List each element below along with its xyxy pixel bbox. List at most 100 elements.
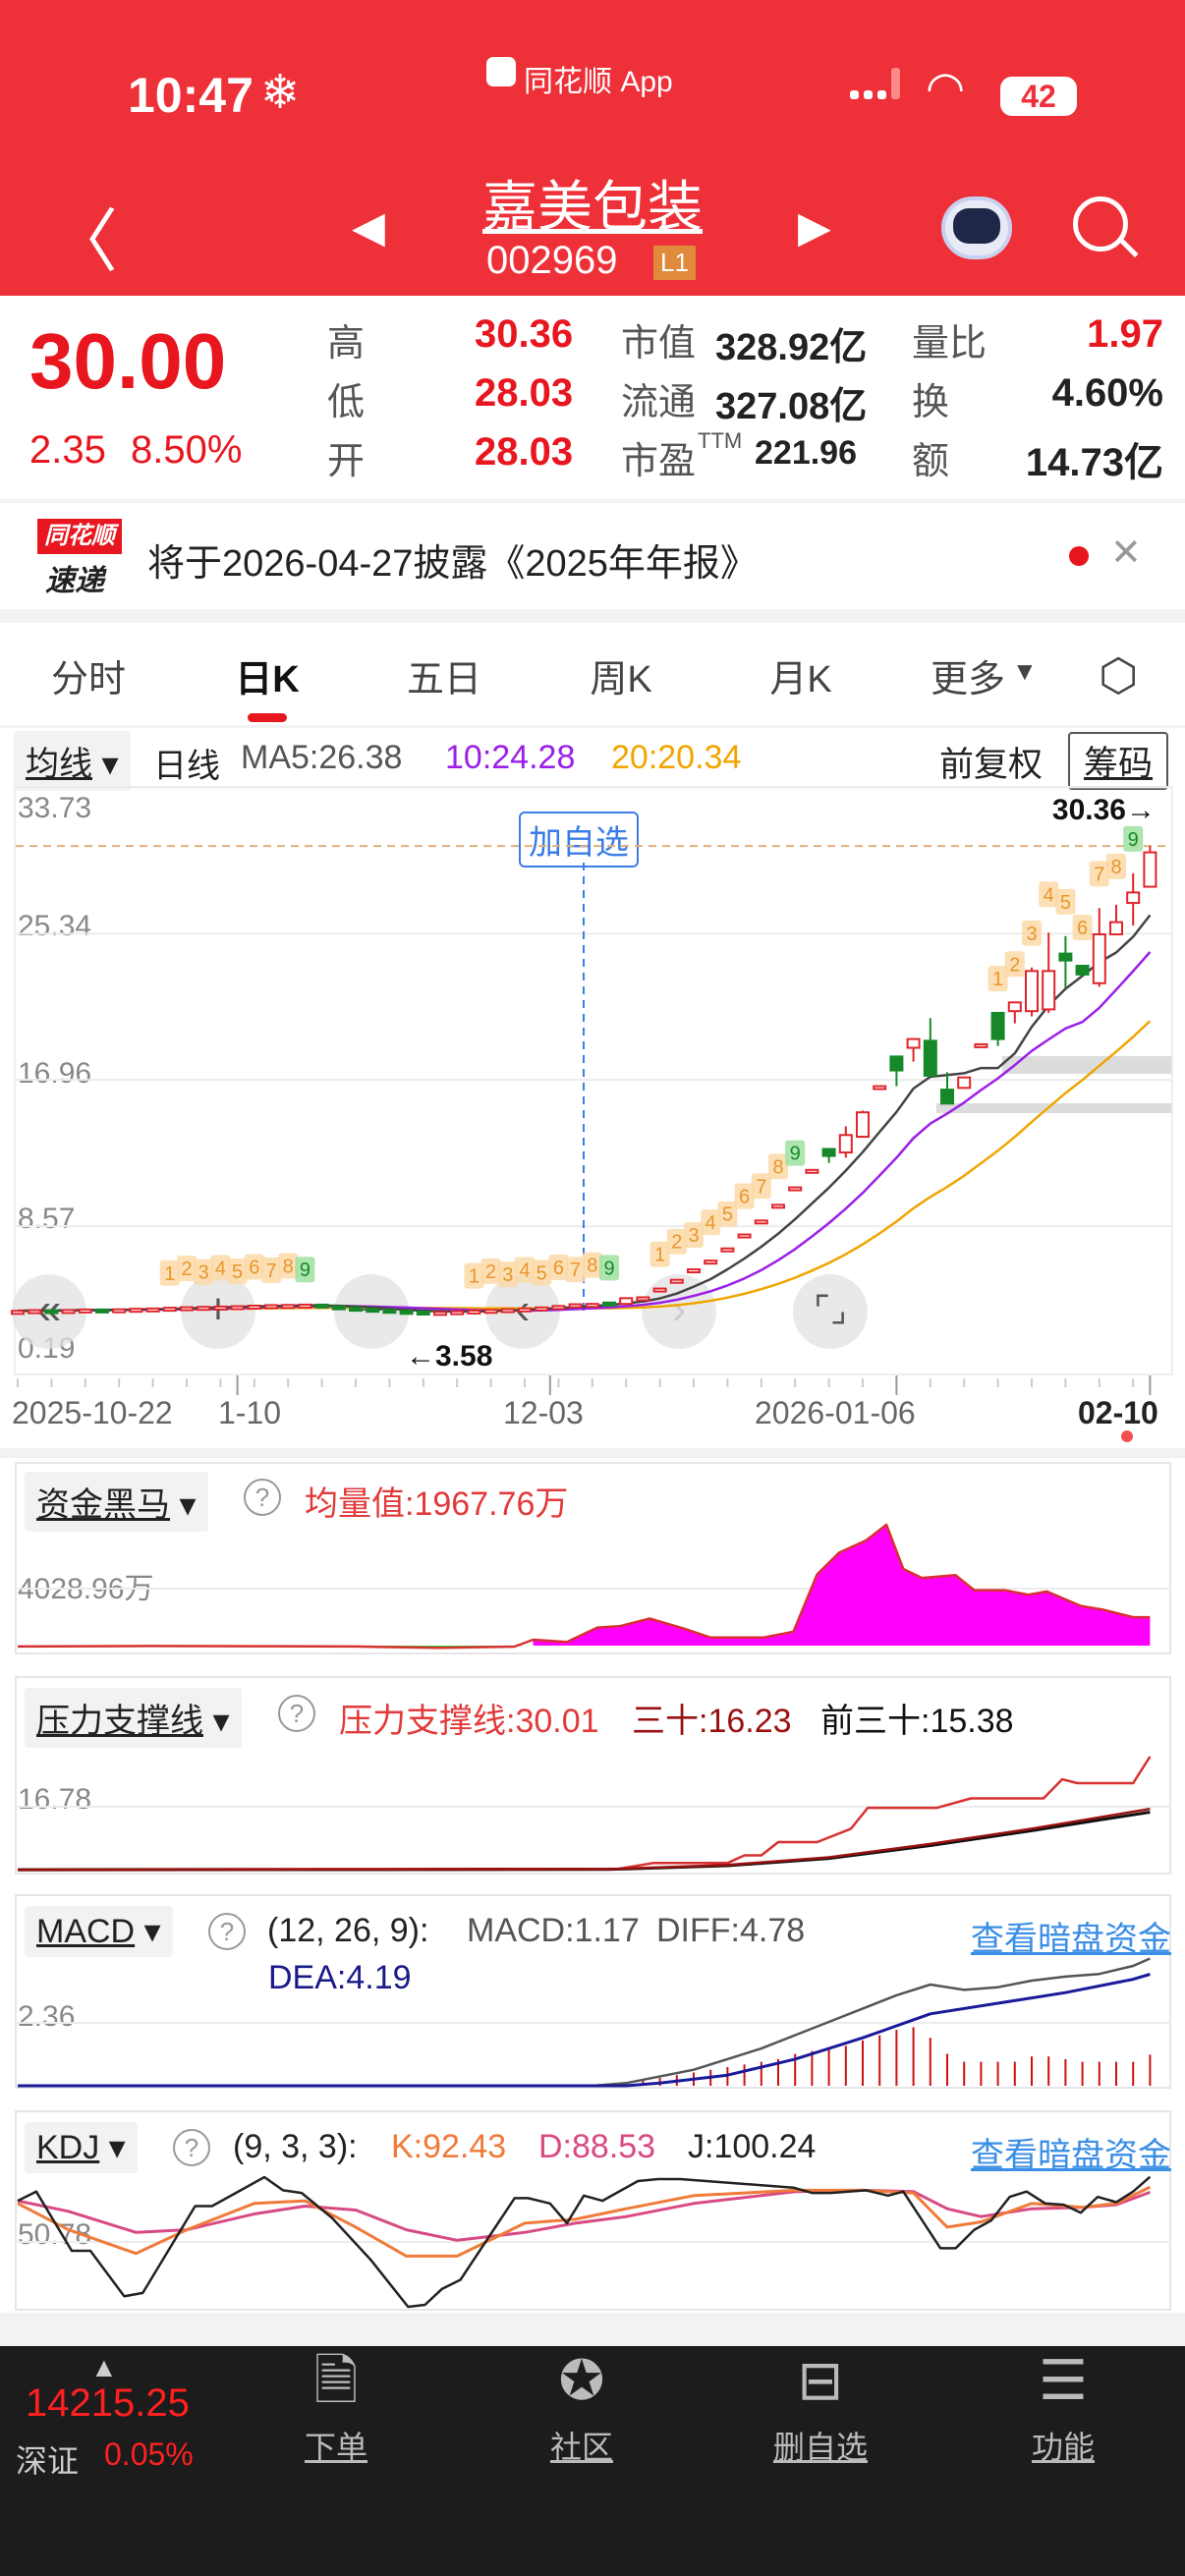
notice-logo-sub: 速递 — [45, 565, 104, 597]
tab-0[interactable]: 分时 — [51, 648, 126, 702]
active-tab-indicator — [248, 713, 287, 722]
macd-params: (12, 26, 9): — [267, 1912, 429, 1949]
divider — [0, 609, 1185, 623]
prev-stock-button[interactable]: ◀ — [352, 202, 385, 252]
help-icon[interactable]: ? — [278, 1695, 315, 1732]
fullscreen-button[interactable]: ⌜⌟ — [793, 1274, 868, 1349]
up-arrow-icon: ▲ — [90, 2352, 118, 2382]
ai-robot-icon[interactable] — [941, 196, 1012, 259]
next-stock-button[interactable]: ▶ — [798, 202, 831, 252]
quote-value: 328.92亿 — [715, 327, 868, 368]
scroll-left-button[interactable]: ‹ — [485, 1274, 560, 1349]
snowflake-icon: ❄ — [260, 67, 301, 119]
dark-pool-link[interactable]: 查看暗盘资金 — [971, 2128, 1171, 2176]
functions-label: 功能 — [1031, 2430, 1095, 2465]
zoom-out-button[interactable]: − — [334, 1274, 409, 1349]
star-circle-icon: ✪ — [558, 2349, 605, 2411]
app-logo-icon — [486, 57, 516, 86]
quote-label: 高 — [327, 323, 366, 364]
y-axis-label: 8.57 — [18, 1203, 76, 1235]
quote-value: 28.03 — [475, 430, 574, 474]
date-label: 2026-01-06 — [755, 1395, 916, 1430]
j-value: J:100.24 — [688, 2128, 817, 2165]
macd-value: MACD:1.17 — [467, 1912, 640, 1949]
chips-button[interactable]: 筹码 — [1068, 732, 1169, 790]
wifi-icon: ◠ — [926, 62, 966, 113]
chevron-down-icon: ▼ — [1012, 656, 1038, 686]
unread-dot — [1069, 546, 1089, 566]
quote-label: 市值 — [621, 323, 697, 364]
zjhm-value: 均量值:1967.76万 — [305, 1485, 569, 1523]
zjhm-selector[interactable]: 资金黑马 ▾ — [25, 1472, 208, 1532]
tab-3[interactable]: 周K — [590, 648, 651, 702]
index-value[interactable]: 14215.25 — [26, 2381, 190, 2426]
quote-value: 221.96 — [755, 434, 857, 472]
status-time: 10:47 — [128, 68, 254, 123]
scroll-right-button[interactable]: › — [642, 1274, 716, 1349]
remove-watchlist-button[interactable]: ⊟ 删自选 — [742, 2346, 899, 2468]
quote-value: 30.36 — [475, 312, 574, 356]
document-icon: 🗎 — [313, 2349, 359, 2411]
y-axis-label: 25.34 — [18, 910, 92, 942]
index-name: 深证 — [16, 2443, 80, 2479]
notice-logo: 同花顺 — [37, 519, 122, 554]
diff-value: DIFF:4.78 — [656, 1912, 806, 1949]
d-value: D:88.53 — [538, 2128, 656, 2165]
quote-label: 低 — [327, 382, 366, 423]
quote-label: 量比 — [912, 323, 988, 364]
quote-label-sup: TTM — [698, 428, 743, 453]
date-label: 02-10 — [1078, 1395, 1158, 1430]
macd-selector[interactable]: MACD ▾ — [25, 1906, 173, 1957]
low-marker: ←3.58 — [406, 1340, 493, 1372]
stock-name[interactable]: 嘉美包装 — [482, 163, 703, 243]
ma5-value: MA5:26.38 — [241, 739, 403, 776]
kline-chart[interactable] — [14, 786, 1173, 1375]
price-change-pct: 8.50% — [131, 428, 243, 472]
dark-pool-link[interactable]: 查看暗盘资金 — [971, 1912, 1171, 1960]
close-notice-button[interactable]: ✕ — [1110, 531, 1142, 575]
community-button[interactable]: ✪ 社区 — [503, 2346, 660, 2468]
macd-axis-label: 2.36 — [18, 2000, 76, 2033]
notice-text[interactable]: 将于2026-04-27披露《2025年年报》 — [147, 532, 758, 587]
tab-5[interactable]: 更多 — [931, 648, 1005, 702]
tab-1[interactable]: 日K — [235, 648, 299, 702]
ylzc-selector[interactable]: 压力支撑线 ▾ — [25, 1688, 242, 1748]
menu-circle-icon: ☰ — [1038, 2349, 1089, 2411]
help-icon[interactable]: ? — [208, 1913, 246, 1950]
current-price: 30.00 — [29, 317, 227, 405]
kdj-selector[interactable]: KDJ ▾ — [25, 2122, 138, 2173]
functions-button[interactable]: ☰ 功能 — [985, 2346, 1142, 2468]
stock-code: 002969 — [486, 239, 618, 282]
quote-label: 额 — [912, 441, 950, 482]
divider — [0, 2313, 1185, 2346]
zoom-in-button[interactable]: + — [181, 1274, 255, 1349]
settings-icon[interactable]: ⬡ — [1099, 648, 1138, 701]
scroll-left-fast-button[interactable]: « — [12, 1274, 86, 1349]
ma10-value: 10:24.28 — [445, 739, 576, 776]
order-button[interactable]: 🗎 下单 — [257, 2346, 415, 2468]
status-app-name: 同花顺 App — [524, 66, 673, 98]
quote-value: 28.03 — [475, 371, 574, 415]
tab-2[interactable]: 五日 — [407, 648, 481, 702]
adjust-toggle[interactable]: 前复权 — [939, 737, 1043, 787]
quote-label: 流通 — [621, 382, 697, 423]
date-label: 12-03 — [503, 1395, 584, 1430]
quote-label: 换 — [912, 382, 950, 423]
signal-icon — [850, 68, 900, 99]
back-button[interactable]: 〈 — [49, 187, 118, 286]
high-marker: 30.36→ — [1051, 794, 1156, 826]
ma-selector[interactable]: 均线 ▾ — [14, 731, 131, 791]
order-label: 下单 — [304, 2430, 367, 2465]
help-icon[interactable]: ? — [173, 2129, 210, 2166]
date-label: 2025-10-22 — [12, 1395, 173, 1430]
ylzc-prev-thirty-value: 前三十:15.38 — [820, 1703, 1014, 1740]
k-value: K:92.43 — [391, 2128, 507, 2165]
quote-value: 327.08亿 — [715, 386, 868, 427]
divider — [0, 725, 1185, 728]
battery-indicator: 42 — [1000, 77, 1077, 116]
tab-4[interactable]: 月K — [769, 648, 831, 702]
ylzc-thirty-value: 三十:16.23 — [632, 1703, 792, 1740]
help-icon[interactable]: ? — [244, 1479, 281, 1516]
ma20-value: 20:20.34 — [611, 739, 742, 776]
add-watchlist-button[interactable]: 加自选 — [519, 812, 639, 868]
